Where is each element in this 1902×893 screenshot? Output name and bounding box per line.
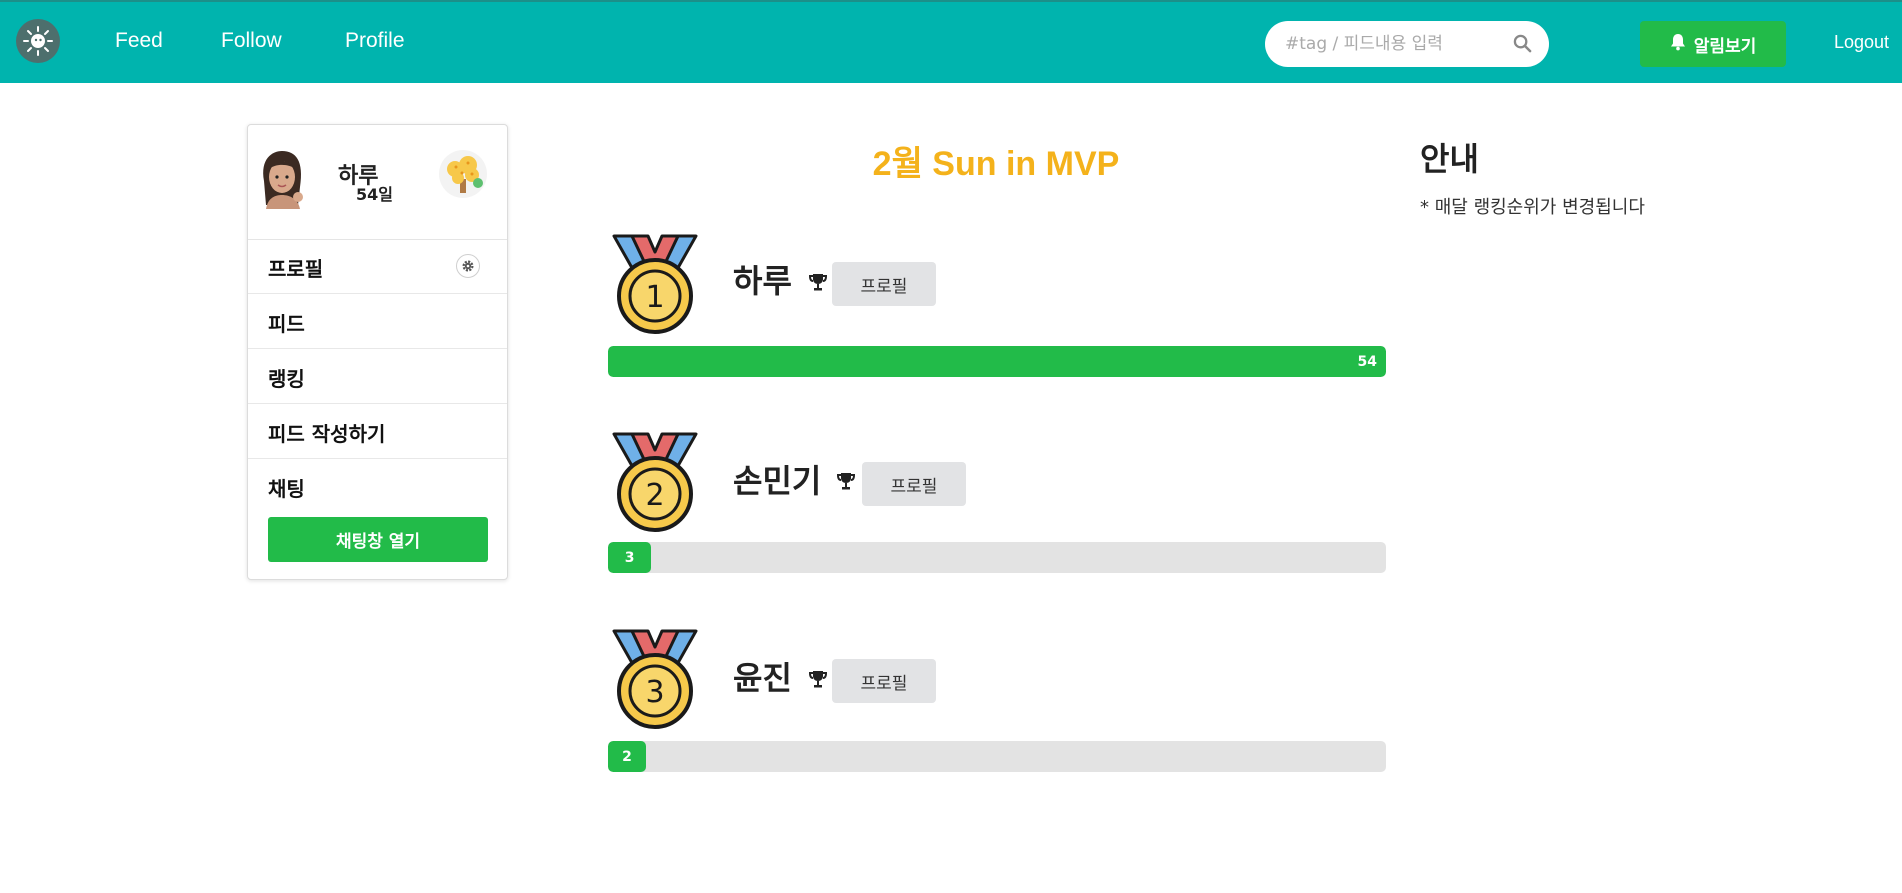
nav-link-feed[interactable]: Feed: [115, 29, 163, 53]
trophy-icon: [808, 272, 828, 296]
sidebar-item-chat[interactable]: 채팅: [248, 459, 507, 514]
sidebar-item-label: 랭킹: [268, 367, 305, 391]
sidebar-item-profile[interactable]: 프로필: [248, 239, 507, 294]
sidebar-user-days: 54일: [356, 185, 393, 204]
gold-medal-icon: 3: [608, 627, 702, 735]
ranking-entry-3: 3 윤진 프로필 2: [608, 627, 1386, 827]
gold-medal-icon: 2: [608, 430, 702, 538]
top-navbar: Feed Follow Profile 알림보기 Logout: [0, 0, 1902, 83]
nav-link-profile[interactable]: Profile: [345, 29, 405, 53]
sidebar-item-label: 피드 작성하기: [268, 422, 386, 446]
alarm-button[interactable]: 알림보기: [1640, 21, 1786, 67]
logout-link[interactable]: Logout: [1834, 32, 1889, 53]
search-icon[interactable]: [1513, 34, 1532, 57]
gold-medal-icon: 1: [608, 232, 702, 340]
search-input[interactable]: [1283, 30, 1507, 58]
sidebar-item-write-feed[interactable]: 피드 작성하기: [248, 404, 507, 459]
ranking-profile-button[interactable]: 프로필: [832, 659, 936, 703]
ranking-progress-fill: 3: [608, 542, 652, 573]
ranking-progress-bar: 2: [608, 741, 1386, 772]
medal-rank-number: 3: [645, 675, 664, 710]
avatar[interactable]: [254, 147, 308, 213]
info-title: 안내: [1420, 140, 1479, 178]
gear-icon[interactable]: [456, 254, 480, 278]
medal-rank-number: 1: [645, 280, 664, 315]
bell-icon: [1670, 33, 1686, 56]
ranking-profile-button[interactable]: 프로필: [832, 262, 936, 306]
ranking-entry-2: 2 손민기 프로필 3: [608, 430, 1386, 630]
medal-rank-number: 2: [645, 478, 664, 513]
ranking-entry-1: 1 하루 프로필 54: [608, 232, 1386, 432]
info-text: * 매달 랭킹순위가 변경됩니다: [1420, 197, 1645, 218]
open-chat-button[interactable]: 채팅창 열기: [268, 517, 488, 562]
sidebar-item-feed[interactable]: 피드: [248, 294, 507, 349]
ranking-user-name: 하루: [733, 262, 792, 300]
ranking-profile-button[interactable]: 프로필: [862, 462, 966, 506]
sidebar: 하루 54일 프로필 피드 랭킹 피드 작성하기 채팅 채팅창 열기: [247, 124, 508, 580]
ranking-progress-fill: 2: [608, 741, 646, 772]
sidebar-item-ranking[interactable]: 랭킹: [248, 349, 507, 404]
trophy-icon: [836, 471, 856, 495]
ranking-progress-bar: 54: [608, 346, 1386, 377]
tree-icon: [438, 149, 488, 203]
alarm-button-label: 알림보기: [1693, 36, 1757, 57]
sidebar-item-label: 채팅: [268, 477, 305, 501]
logo-icon[interactable]: [16, 19, 60, 63]
trophy-icon: [808, 669, 828, 693]
ranking-user-name: 손민기: [733, 462, 822, 500]
ranking-progress-fill: 54: [608, 346, 1386, 377]
sidebar-item-label: 피드: [268, 312, 305, 336]
ranking-progress-bar: 3: [608, 542, 1386, 573]
page-title: 2월 Sun in MVP: [872, 145, 1120, 183]
sidebar-profile-header: 하루 54일: [248, 125, 507, 240]
nav-link-follow[interactable]: Follow: [221, 29, 282, 53]
search-box: [1265, 21, 1549, 67]
sidebar-item-label: 프로필: [268, 257, 324, 281]
ranking-user-name: 윤진: [733, 659, 792, 697]
